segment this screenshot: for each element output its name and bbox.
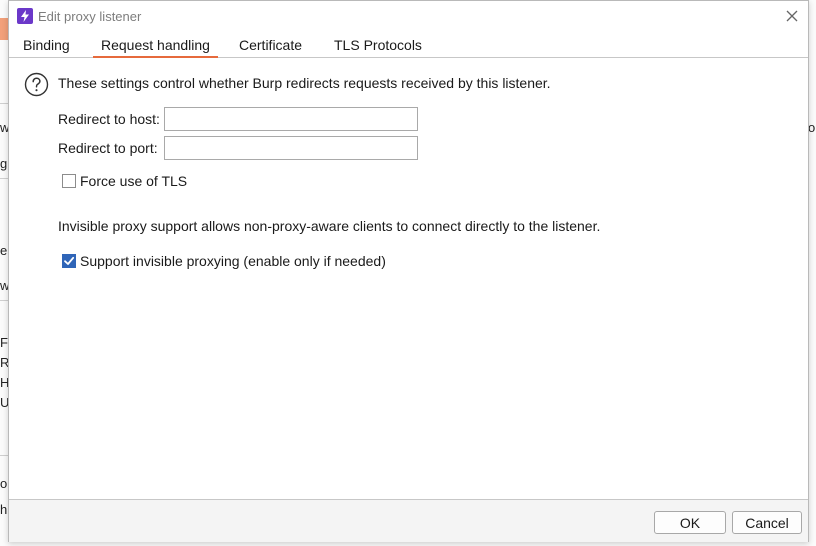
redirect-port-label: Redirect to port:: [58, 140, 158, 156]
tab-tls-protocols[interactable]: TLS Protocols: [334, 32, 422, 58]
close-button[interactable]: [782, 6, 802, 26]
redirect-port-input[interactable]: [164, 136, 418, 160]
request-handling-panel: These settings control whether Burp redi…: [9, 58, 808, 499]
invisible-proxy-description: Invisible proxy support allows non-proxy…: [58, 218, 601, 234]
force-tls-label: Force use of TLS: [80, 173, 188, 189]
edit-proxy-listener-dialog: Edit proxy listener Binding Request hand…: [8, 0, 809, 542]
redirect-host-label: Redirect to host:: [58, 111, 160, 127]
ok-button[interactable]: OK: [654, 511, 726, 534]
force-tls-checkbox[interactable]: Force use of TLS: [62, 173, 187, 189]
invisible-proxying-checkbox[interactable]: Support invisible proxying (enable only …: [62, 253, 386, 269]
close-icon: [786, 10, 798, 22]
dialog-footer: OK Cancel: [9, 499, 808, 542]
question-circle-icon: [24, 72, 49, 97]
tab-request-handling[interactable]: Request handling: [93, 32, 218, 58]
tab-binding[interactable]: Binding: [23, 32, 70, 58]
tab-bar: Binding Request handling Certificate TLS…: [9, 32, 808, 58]
checkbox-box[interactable]: [62, 174, 76, 188]
redirect-host-input[interactable]: [164, 107, 418, 131]
redirect-description: These settings control whether Burp redi…: [58, 75, 551, 91]
background-text: o: [808, 120, 816, 135]
invisible-proxying-label: Support invisible proxying (enable only …: [80, 253, 386, 269]
dialog-title: Edit proxy listener: [38, 9, 142, 24]
cancel-button[interactable]: Cancel: [732, 511, 802, 534]
burp-lightning-icon: [17, 8, 33, 24]
dialog-titlebar: Edit proxy listener: [9, 1, 808, 32]
tab-certificate[interactable]: Certificate: [239, 32, 302, 58]
checkbox-box[interactable]: [62, 254, 76, 268]
checkmark-icon: [64, 256, 75, 265]
